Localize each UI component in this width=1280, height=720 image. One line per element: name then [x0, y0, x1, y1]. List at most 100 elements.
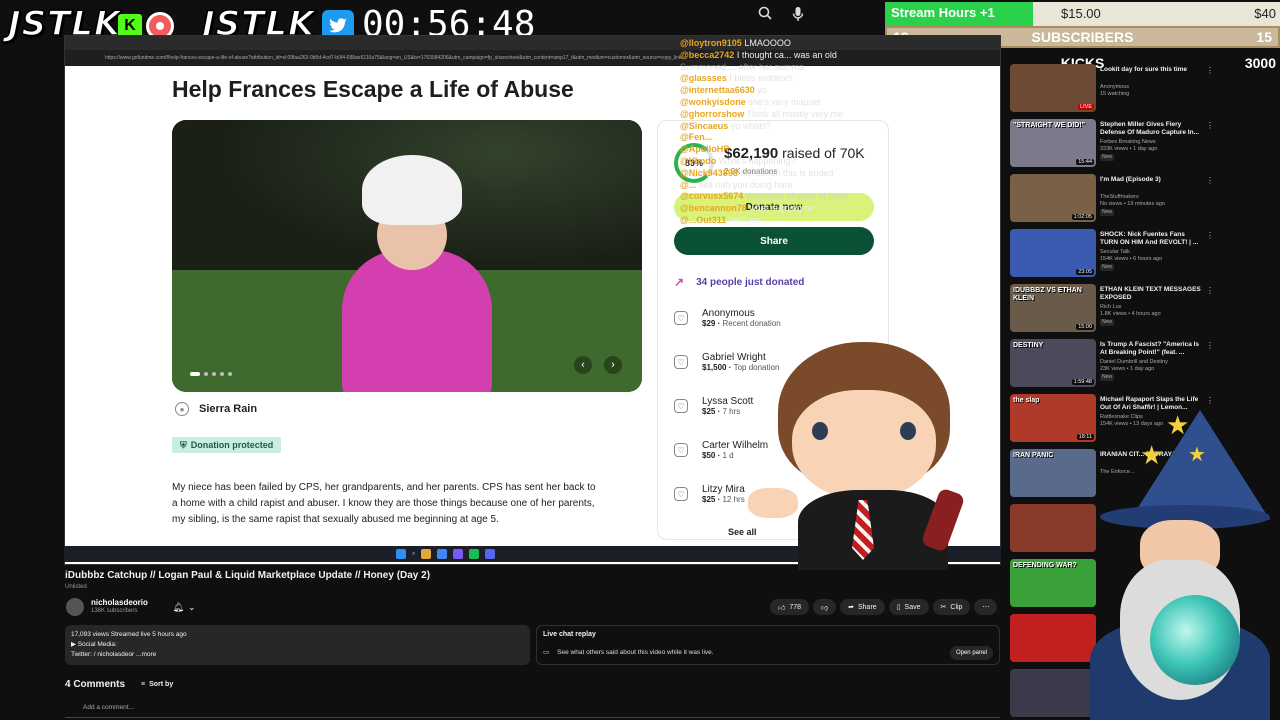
windows-start-icon[interactable]: [396, 549, 406, 559]
recommended-video[interactable]: 23:05 SHOCK: Nick Fuentes Fans TURN ON HI…: [1010, 229, 1216, 279]
video-thumbnail[interactable]: 1:02:05: [1010, 174, 1096, 222]
video-thumbnail[interactable]: 15:44 "STRAIGHT WE DID!": [1010, 119, 1096, 167]
chat-username[interactable]: @Nick943898: [680, 168, 738, 178]
chat-username[interactable]: @internettaa6630: [680, 85, 755, 95]
recommended-title[interactable]: Stephen Miller Gives Fiery Defense Of Ma…: [1100, 121, 1204, 137]
chat-username[interactable]: @Fen...: [680, 132, 712, 142]
recommended-video[interactable]: 1:59:48 DESTINY Is Trump A Fascist? "Ameri…: [1010, 339, 1216, 389]
chat-message: @becca2742 I thought ca... was an old: [680, 50, 1000, 62]
goal-target: $40: [1254, 6, 1276, 21]
next-arrow-icon[interactable]: ›: [604, 356, 622, 374]
desc-views: 17,093 views Streamed live 5 hours ago: [71, 631, 187, 638]
chat-username[interactable]: @...: [680, 180, 696, 190]
video-description[interactable]: 17,093 views Streamed live 5 hours ago ▶…: [65, 625, 530, 665]
chat-username[interactable]: @...Out311: [680, 215, 726, 225]
new-badge: New: [1100, 374, 1115, 381]
recommended-video[interactable]: 15:00 IDUBBBZ VS ETHAN KLEIN ETHAN KLEIN T…: [1010, 284, 1216, 334]
channel-avatar[interactable]: [66, 598, 84, 616]
search-icon[interactable]: [758, 6, 778, 26]
thumbnail-text: IDUBBBZ VS ETHAN KLEIN: [1013, 287, 1082, 302]
recommended-title[interactable]: I'm Mad (Episode 3): [1100, 176, 1204, 184]
chat-message: @lloytron9105 LMAOOOO: [680, 38, 1000, 50]
donor-name: Litzy Mira: [702, 484, 745, 495]
more-actions-button[interactable]: ⋯: [974, 599, 998, 615]
taskbar-search-icon[interactable]: ⌕: [412, 551, 415, 558]
chat-message: Summoned ... after her summa: [680, 62, 1000, 74]
kebab-menu-icon[interactable]: ⋮: [1206, 66, 1214, 75]
chat-username[interactable]: @Vlmdo: [680, 156, 716, 166]
chat-username[interactable]: @ApolloHP: [680, 144, 729, 154]
donor-amount: $50: [702, 451, 716, 460]
open-panel-button[interactable]: Open panel: [949, 646, 993, 660]
recommended-channel: Daniel Dumbrill and Destiny: [1100, 359, 1168, 365]
kebab-menu-icon[interactable]: ⋮: [1206, 121, 1214, 130]
recommended-video[interactable]: 15:44 "STRAIGHT WE DID!" Stephen Miller Gi…: [1010, 119, 1216, 169]
chat-username[interactable]: @lloytron9105: [680, 38, 742, 48]
share-button[interactable]: Share: [674, 227, 874, 255]
recommended-channel: TheStuffmakers: [1100, 194, 1139, 200]
chat-message: @wonkyisdone she's very mapset: [680, 97, 1000, 109]
thumbnail-text: "STRAIGHT WE DID!": [1013, 122, 1085, 129]
discord-icon[interactable]: [485, 549, 496, 559]
donor-icon: ♡: [674, 399, 688, 413]
video-thumbnail[interactable]: 23:05: [1010, 229, 1096, 277]
chat-username[interactable]: @wonkyisdone: [680, 97, 746, 107]
recommended-title[interactable]: Lookit day for sure this time: [1100, 66, 1204, 74]
chat-username[interactable]: @corvusx5674: [680, 191, 743, 201]
photo-carousel-dots[interactable]: [190, 372, 232, 376]
like-button[interactable]: 👍︎ 778: [770, 599, 810, 615]
kebab-menu-icon[interactable]: ⋮: [1206, 341, 1214, 350]
share-video-button[interactable]: ➦ Share: [840, 599, 885, 615]
donor-note: 7 hrs: [722, 407, 741, 416]
sort-by-button[interactable]: ≡ Sort by: [141, 681, 173, 688]
video-thumbnail[interactable]: 1:59:48 DESTINY: [1010, 339, 1096, 387]
share-icon: ➦: [848, 604, 854, 611]
kebab-menu-icon[interactable]: ⋮: [1206, 286, 1214, 295]
recommended-video[interactable]: LIVE Lookit day for sure this time Anonymo…: [1010, 64, 1216, 114]
add-comment-input[interactable]: Add a comment...: [65, 704, 1000, 718]
chat-username[interactable]: @becca2742: [680, 50, 734, 60]
clip-button[interactable]: ✂ Clip: [932, 599, 971, 615]
recommended-title[interactable]: Is Trump A Fascist? "America Is At Break…: [1100, 341, 1204, 357]
folder-icon[interactable]: [421, 549, 432, 559]
kebab-menu-icon[interactable]: ⋮: [1206, 176, 1214, 185]
chat-text: no reason this is ended: [740, 167, 834, 178]
recommended-title[interactable]: SHOCK: Nick Fuentes Fans TURN ON HIM And…: [1100, 231, 1204, 247]
new-badge: New: [1100, 264, 1115, 271]
chat-username[interactable]: @bencannon78: [680, 203, 747, 213]
save-button[interactable]: ▯ Save: [888, 599, 929, 615]
recommended-channel: Anonymous: [1100, 84, 1130, 90]
star-icon: ★: [1166, 410, 1190, 440]
organizer-row[interactable]: ● Sierra Rain: [175, 402, 257, 416]
video-duration: 1:02:05: [1071, 214, 1094, 220]
comments-count: 4 Comments: [65, 679, 126, 690]
goal-current: $15.00: [1061, 6, 1101, 21]
video-thumbnail[interactable]: LIVE: [1010, 64, 1096, 112]
chat-username[interactable]: @glassses: [680, 73, 727, 83]
microphone-icon[interactable]: [792, 6, 812, 26]
video-duration: 23:05: [1076, 269, 1094, 275]
chat-message: @ApolloHP: [680, 144, 1000, 156]
channel-subscribers: 138K subscribers: [91, 608, 138, 614]
desc-social: ▶ Social Media:: [71, 641, 117, 648]
chrome-icon[interactable]: [437, 549, 448, 559]
kebab-menu-icon[interactable]: ⋮: [1206, 231, 1214, 240]
recommended-video[interactable]: 1:02:05 I'm Mad (Episode 3) TheStuffmakers…: [1010, 174, 1216, 224]
dislike-button[interactable]: 👎︎: [813, 599, 837, 615]
channel-name[interactable]: nicholasdeorio: [91, 598, 148, 607]
donor-amount: $25: [702, 495, 716, 504]
spotify-icon[interactable]: [469, 549, 480, 559]
prev-arrow-icon[interactable]: ‹: [574, 356, 592, 374]
share-label: Share: [858, 603, 877, 611]
recommended-channel: Secular Talk: [1100, 249, 1130, 255]
app-icon[interactable]: [453, 549, 464, 559]
donation-goal-bar: Stream Hours +1 $15.00 $40: [885, 2, 1280, 26]
chat-text: I thought ca... was an old: [736, 49, 837, 60]
video-thumbnail[interactable]: 15:00 IDUBBBZ VS ETHAN KLEIN: [1010, 284, 1096, 332]
chat-username[interactable]: @Sincaeus: [680, 121, 728, 131]
donation-protected-badge[interactable]: ⛨ Donation protected: [172, 437, 282, 453]
notification-bell-button[interactable]: 🔔︎ ⌄: [166, 600, 202, 614]
recommended-title[interactable]: ETHAN KLEIN TEXT MESSAGES EXPOSED: [1100, 286, 1204, 302]
chat-username[interactable]: @ghorrorshow: [680, 109, 744, 119]
new-badge: New: [1100, 319, 1115, 326]
